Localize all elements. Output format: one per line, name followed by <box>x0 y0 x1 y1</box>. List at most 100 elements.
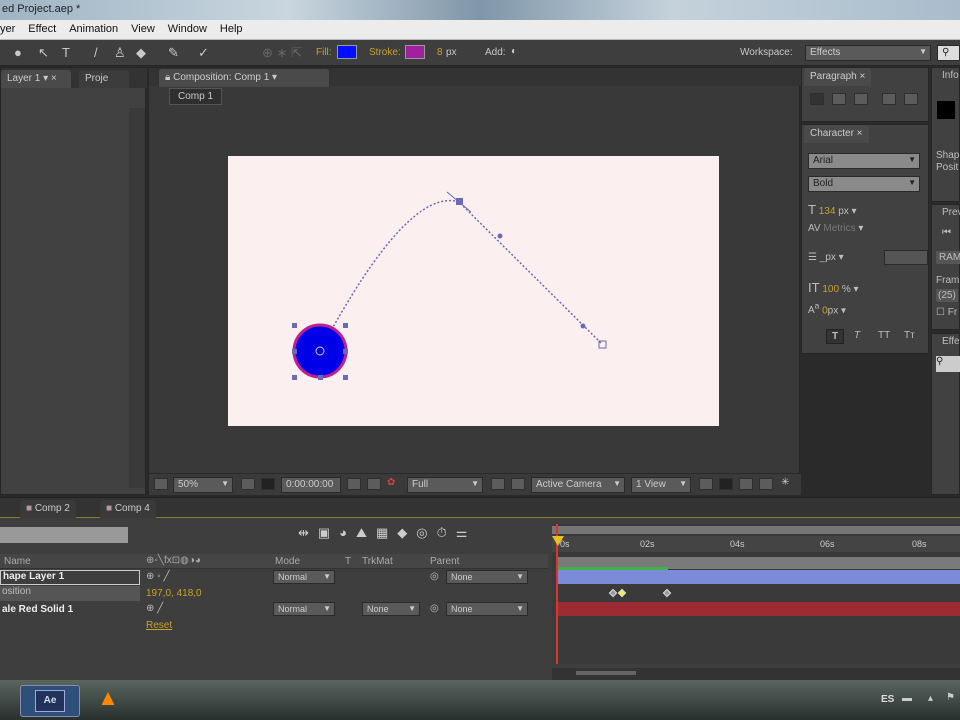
blend-mode-dropdown[interactable]: Normal ▼ <box>273 570 335 584</box>
layer-name[interactable]: hape Layer 1 <box>0 570 140 585</box>
solid-layer-bar[interactable] <box>556 602 960 616</box>
visibility-icon[interactable]: ⊕ ◦ ╱ <box>146 571 170 582</box>
column-name[interactable]: Name <box>4 556 31 567</box>
current-time-field[interactable]: 0:00:00:00 <box>281 477 341 493</box>
search-help-input[interactable]: ⚲ <box>937 45 960 61</box>
channel-icon[interactable]: ✿ <box>387 477 395 488</box>
align-left-icon[interactable] <box>810 93 824 105</box>
reset-link[interactable]: Reset <box>146 620 172 631</box>
zoom-slider[interactable] <box>576 671 636 675</box>
trkmat-dropdown[interactable]: None ▼ <box>362 602 420 616</box>
brush-tool-icon[interactable]: / <box>94 45 98 60</box>
work-area-bar[interactable] <box>552 526 960 534</box>
timeline-zoom-bar[interactable] <box>552 668 960 680</box>
property-row[interactable]: osition 197,0, 418,0 <box>0 586 548 602</box>
keyframe[interactable] <box>608 588 618 598</box>
flag-icon[interactable]: ⚑ <box>946 692 955 703</box>
taskbar-after-effects[interactable]: Ae <box>20 685 80 717</box>
justify-center-icon[interactable] <box>904 93 918 105</box>
layer-row[interactable]: ale Red Solid 1 ⊕ ╱ Normal ▼ None ▼ ◎ None… <box>0 602 548 618</box>
full-screen-checkbox[interactable]: ☐ Fr <box>936 307 957 318</box>
fast-preview-icon[interactable] <box>719 478 733 490</box>
pen-tool-icon[interactable]: ↖ <box>38 45 49 61</box>
faux-bold-button[interactable]: T <box>826 329 845 344</box>
kerning-value[interactable]: Metrics <box>823 223 855 234</box>
tab-composition[interactable]: 🔒︎ Composition: Comp 1 ▾ <box>159 69 329 87</box>
timeline-switches-icons[interactable]: ⇹▣◕⛰▦◆◎⏱⚌ <box>298 525 476 541</box>
blend-mode-dropdown[interactable]: Normal ▼ <box>273 602 335 616</box>
layer-name[interactable]: ale Red Solid 1 <box>2 604 73 615</box>
column-parent[interactable]: Parent <box>430 556 459 567</box>
effects-search-input[interactable]: ⚲ <box>936 356 960 372</box>
timeline-icon[interactable] <box>739 478 753 490</box>
kerning-field[interactable]: AV Metrics ▾ <box>808 223 863 234</box>
vertical-scale-value[interactable]: 100 <box>822 284 839 295</box>
menu-window[interactable]: Window <box>168 23 207 39</box>
resolution-dropdown[interactable]: Full ▼ <box>407 477 483 493</box>
eraser-tool-icon[interactable]: ◆ <box>136 45 146 61</box>
all-caps-button[interactable]: TT <box>878 330 890 341</box>
time-ruler[interactable]: 0s 02s 04s 06s 08s <box>552 536 960 552</box>
small-caps-button[interactable]: Tт <box>904 330 915 341</box>
mask-visibility-icon[interactable] <box>261 478 275 490</box>
position-value[interactable]: 197,0, 418,0 <box>146 588 202 599</box>
flowchart-icon[interactable] <box>759 478 773 490</box>
tab-character[interactable]: Character × <box>804 125 869 143</box>
menu-effect[interactable]: Effect <box>28 23 56 39</box>
breadcrumb[interactable]: Comp 1 <box>169 88 223 105</box>
scrollbar[interactable] <box>129 108 145 488</box>
font-size-field[interactable]: T 134 px ▾ <box>808 202 857 217</box>
column-trkmat[interactable]: TrkMat <box>362 556 393 567</box>
tab-project[interactable]: Proje <box>79 70 129 88</box>
pickwhip-icon[interactable]: ◎ <box>430 571 439 582</box>
snapshot-icon[interactable] <box>347 478 361 490</box>
font-style-dropdown[interactable]: Bold ▼ <box>808 176 920 192</box>
handle-point[interactable] <box>580 323 586 329</box>
pickwhip-icon[interactable]: ◎ <box>430 603 439 614</box>
stroke-width-value[interactable]: 8 <box>437 47 443 58</box>
stroke-field[interactable] <box>884 250 928 265</box>
language-indicator[interactable]: ES <box>881 694 894 705</box>
clone-stamp-tool-icon[interactable]: ♙ <box>114 45 126 61</box>
frame-rate-field[interactable]: (25) <box>936 289 958 302</box>
tab-info[interactable]: Info <box>942 70 959 81</box>
show-snapshot-icon[interactable] <box>367 478 381 490</box>
stroke-label[interactable]: Stroke: <box>369 47 401 58</box>
playhead-icon[interactable] <box>552 536 564 546</box>
justify-left-icon[interactable] <box>882 93 896 105</box>
tab-paragraph[interactable]: Paragraph × <box>804 68 872 86</box>
tray-arrow-icon[interactable]: ▴ <box>928 693 933 704</box>
leading-field[interactable]: ☰ _px ▾ <box>808 252 844 263</box>
tab-comp-4[interactable]: ■ Comp 4 <box>100 500 156 518</box>
type-tool-icon[interactable]: T <box>62 45 70 60</box>
workspace-dropdown[interactable]: Effects ▼ <box>805 45 931 61</box>
handle-point[interactable] <box>497 233 503 239</box>
shape-layer-bar[interactable] <box>556 570 960 584</box>
safe-margins-icon[interactable] <box>241 478 255 490</box>
menu-layer[interactable]: yer <box>0 23 15 39</box>
fill-swatch[interactable] <box>337 45 357 59</box>
pixel-aspect-icon[interactable] <box>699 478 713 490</box>
exposure-icon[interactable]: ✳ <box>781 477 789 488</box>
tab-comp-2[interactable]: ■ Comp 2 <box>20 500 76 518</box>
align-right-icon[interactable] <box>854 93 868 105</box>
camera-dropdown[interactable]: Active Camera ▼ <box>531 477 625 493</box>
vertical-scale-field[interactable]: IT 100 % ▾ <box>808 280 859 295</box>
view-layout-dropdown[interactable]: 1 View ▼ <box>631 477 691 493</box>
faux-italic-button[interactable]: T <box>854 330 860 341</box>
layer-row[interactable]: hape Layer 1 ⊕ ◦ ╱ Normal ▼ ◎ None ▼ <box>0 570 548 586</box>
tab-layer[interactable]: Layer 1 ▾ × <box>1 70 71 88</box>
timeline-search-input[interactable] <box>0 527 128 543</box>
roto-brush-tool-icon[interactable]: ✎ <box>168 45 179 61</box>
ellipse-shape[interactable] <box>292 323 348 379</box>
add-icon[interactable]: ◐ <box>511 46 517 57</box>
magnification-dropdown[interactable]: 50% ▼ <box>173 477 233 493</box>
region-of-interest-icon[interactable] <box>491 478 505 490</box>
first-frame-icon[interactable]: ⏮ <box>942 227 951 238</box>
font-size-value[interactable]: 134 <box>819 206 836 217</box>
timeline-graph[interactable]: 0s 02s 04s 06s 08s <box>552 524 960 664</box>
parent-dropdown[interactable]: None ▼ <box>446 602 528 616</box>
stroke-swatch[interactable] <box>405 45 425 59</box>
vlc-icon[interactable]: ▲ <box>88 685 128 717</box>
column-t[interactable]: T <box>345 556 351 567</box>
